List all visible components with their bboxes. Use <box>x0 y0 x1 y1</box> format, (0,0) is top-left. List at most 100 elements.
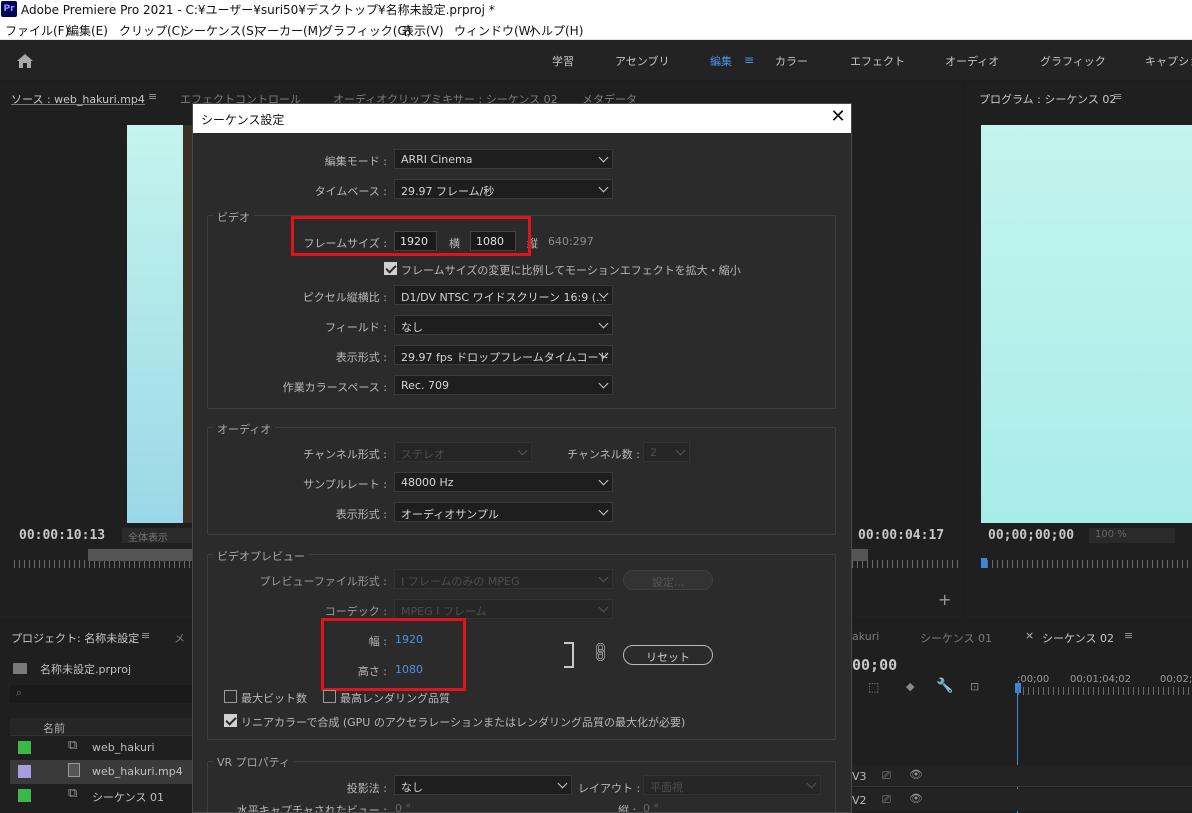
sample-rate-select[interactable]: 48000 Hz <box>394 472 613 492</box>
timebase-select[interactable]: 29.97 フレーム/秒 <box>394 179 613 199</box>
marker-icon[interactable]: ◆ <box>906 680 914 693</box>
linear-color-label: リニアカラーで合成 (GPU のアクセラレーションまたはレンダリング品質の最大化… <box>241 716 686 729</box>
workspace-color[interactable]: カラー <box>775 53 808 69</box>
program-timecode[interactable]: 00;00;00;00 <box>988 528 1074 543</box>
tab-media-browser[interactable]: メ <box>174 630 185 646</box>
preview-format-select[interactable]: I フレームのみの MPEG <box>394 569 613 589</box>
scale-motion-checkbox[interactable] <box>384 262 397 275</box>
timeline-ruler[interactable] <box>1018 687 1192 695</box>
ruler-label: ;00;00 <box>1017 674 1050 685</box>
project-search-input[interactable]: ⌕ <box>10 685 192 703</box>
track-v3[interactable]: V3 ⎚ 👁 <box>852 765 1192 787</box>
highlight-preview-size <box>321 618 466 691</box>
preview-settings-button[interactable]: 設定... <box>623 570 713 590</box>
workspace-bar: 学習 アセンブリ 編集 ≡ カラー エフェクト オーディオ グラフィック キャプ… <box>0 40 1192 80</box>
list-item[interactable]: web_hakuri.mp4 <box>10 760 192 784</box>
tab-project[interactable]: プロジェクト: 名称未設定 <box>11 630 139 646</box>
sync-lock-icon[interactable]: ⎚ <box>882 793 891 807</box>
menu-view[interactable]: 表示(V) <box>402 22 444 39</box>
close-tab-icon[interactable]: × <box>1025 629 1034 642</box>
channel-format-select[interactable]: ステレオ <box>394 442 532 462</box>
channel-format-value: ステレオ <box>401 448 445 461</box>
workspace-learning[interactable]: 学習 <box>552 53 574 69</box>
audio-display-select[interactable]: オーディオサンプル <box>394 502 613 522</box>
tab-sequence-02[interactable]: シーケンス 02 <box>1042 630 1114 646</box>
chevron-down-icon <box>598 505 609 516</box>
nest-icon[interactable]: ⬚ <box>868 680 879 694</box>
reset-button[interactable]: リセット <box>623 645 713 665</box>
eye-icon[interactable]: 👁 <box>909 792 923 805</box>
max-bit-depth-label: 最大ビット数 <box>241 692 307 705</box>
display-format-select[interactable]: 29.97 fps ドロップフレームタイムコード <box>394 345 613 365</box>
tab-sequence-01[interactable]: シーケンス 01 <box>920 630 992 646</box>
menu-marker[interactable]: マーカー(M) <box>255 22 323 39</box>
menu-graphics[interactable]: グラフィック(G) <box>321 22 411 39</box>
timeline-timecode[interactable]: 00;00 <box>852 656 897 674</box>
channel-count-select[interactable]: 2 <box>643 442 690 462</box>
fields-select[interactable]: なし <box>394 315 613 335</box>
workspace-menu-icon[interactable]: ≡ <box>744 53 754 67</box>
projection-select[interactable]: なし <box>394 775 572 795</box>
eye-icon[interactable]: 👁 <box>909 768 923 781</box>
source-timecode[interactable]: 00:00:10:13 <box>19 528 105 543</box>
tab-timeline-prev[interactable]: akuri <box>852 630 879 643</box>
max-render-quality-label: 最高レンダリング品質 <box>340 692 450 705</box>
program-panel-menu-icon[interactable]: ≡ <box>1113 90 1122 103</box>
source-zoom-select[interactable]: 全体表示 <box>122 528 192 544</box>
program-time-ruler[interactable] <box>987 560 1192 568</box>
source-zoom-scrollbar[interactable] <box>88 549 192 561</box>
display-format-value: 29.97 fps ドロップフレームタイムコード <box>401 351 610 364</box>
project-file-name: 名称未設定.prproj <box>40 663 132 676</box>
workspace-editing[interactable]: 編集 <box>710 53 732 69</box>
tab-source[interactable]: ソース : web_hakuri.mp4 <box>11 91 145 107</box>
project-panel-menu-icon[interactable]: ≡ <box>141 629 150 642</box>
menu-clip[interactable]: クリップ(C) <box>119 22 185 39</box>
menu-edit[interactable]: 編集(E) <box>67 22 108 39</box>
dialog-title: シーケンス設定 <box>201 113 285 127</box>
edit-mode-select[interactable]: ARRI Cinema <box>394 149 613 169</box>
track-v2[interactable]: V2 ⎚ 👁 <box>852 789 1192 811</box>
color-space-select[interactable]: Rec. 709 <box>394 375 613 395</box>
workspace-effects[interactable]: エフェクト <box>850 53 905 69</box>
source-panel-menu-icon[interactable]: ≡ <box>148 90 157 103</box>
color-space-label: 作業カラースペース : <box>282 381 387 394</box>
sync-lock-icon[interactable]: ⎚ <box>882 769 891 783</box>
codec-select[interactable]: MPEG I フレーム <box>394 599 613 619</box>
close-icon[interactable]: ✕ <box>827 107 849 129</box>
v-view-value[interactable]: 0 ° <box>643 802 659 812</box>
linear-color-checkbox[interactable] <box>224 714 237 727</box>
home-icon[interactable] <box>14 51 36 71</box>
menu-window[interactable]: ウィンドウ(W) <box>454 22 535 39</box>
h-view-value[interactable]: 0 ° <box>395 802 411 812</box>
timeline-panel-menu-icon[interactable]: ≡ <box>1124 629 1133 642</box>
max-bit-depth-checkbox[interactable] <box>224 690 237 703</box>
list-item[interactable]: ⧉ シーケンス 01 <box>10 784 192 808</box>
workspace-assembly[interactable]: アセンブリ <box>615 53 669 69</box>
tab-program[interactable]: プログラム : シーケンス 02 <box>979 91 1116 107</box>
add-button-icon[interactable]: + <box>938 590 951 609</box>
pixel-aspect-select[interactable]: D1/DV NTSC ワイドスクリーン 16:9 (... <box>394 285 613 305</box>
workspace-graphics[interactable]: グラフィック <box>1040 53 1106 69</box>
list-item[interactable]: ⧉ web_hakuri <box>10 736 192 760</box>
workspace-captions[interactable]: キャプション <box>1145 53 1192 69</box>
menu-sequence[interactable]: シーケンス(S) <box>182 22 258 39</box>
track-label: V2 <box>852 794 867 807</box>
source-time-ruler[interactable] <box>14 560 192 568</box>
max-render-quality-checkbox[interactable] <box>323 690 336 703</box>
column-name[interactable]: 名前 <box>43 720 65 736</box>
layout-select[interactable]: 平面視 <box>643 775 821 795</box>
menu-help[interactable]: ヘルプ(H) <box>529 22 583 39</box>
wrench-icon[interactable]: 🔧 <box>936 678 953 694</box>
ruler-label: 00;01;04;02 <box>1070 674 1132 685</box>
sample-rate-label: サンプルレート : <box>303 478 387 491</box>
label-color-swatch <box>18 789 31 802</box>
workspace-audio[interactable]: オーディオ <box>945 53 999 69</box>
video-group-label: ビデオ <box>213 209 254 225</box>
track-label: V3 <box>852 770 867 783</box>
menu-file[interactable]: ファイル(F) <box>5 22 69 39</box>
source-time-ruler-right[interactable] <box>852 560 962 568</box>
window-title: Adobe Premiere Pro 2021 - C:¥ユーザー¥suri50… <box>21 3 495 17</box>
projection-value: なし <box>401 781 423 794</box>
program-zoom-select[interactable]: 100 % <box>1089 528 1175 543</box>
captions-icon[interactable]: ⊡ <box>970 680 979 693</box>
